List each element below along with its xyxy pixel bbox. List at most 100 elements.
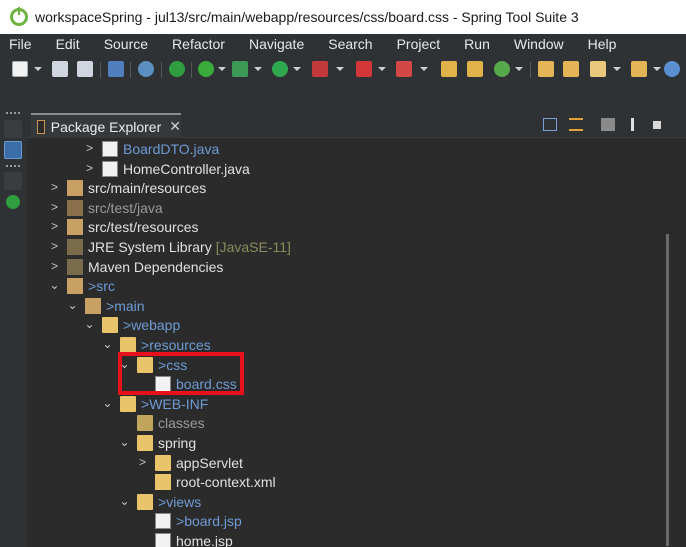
- open-task-icon[interactable]: [563, 61, 579, 77]
- menu-project[interactable]: Project: [388, 36, 441, 52]
- collapse-chevron-icon[interactable]: ⌄: [119, 495, 130, 507]
- new-class-dropdown-icon[interactable]: [515, 67, 523, 71]
- collapse-chevron-icon[interactable]: ⌄: [84, 318, 95, 330]
- tree-item[interactable]: > src/main/resources: [49, 178, 206, 198]
- stop-icon[interactable]: [356, 61, 372, 77]
- relaunch-icon[interactable]: [198, 61, 214, 77]
- run-icon[interactable]: [272, 61, 288, 77]
- tree-item[interactable]: ⌄ spring: [119, 433, 196, 453]
- package-explorer-minimized-icon[interactable]: [4, 141, 22, 159]
- tab-package-explorer[interactable]: Package Explorer ✕: [31, 113, 181, 138]
- stop-dropdown-icon[interactable]: [378, 67, 386, 71]
- collapse-chevron-icon[interactable]: ⌄: [119, 436, 130, 448]
- tree-item[interactable]: ⌄ > src: [49, 276, 115, 296]
- debug-dropdown-icon[interactable]: [254, 67, 262, 71]
- menu-navigate[interactable]: Navigate: [240, 36, 304, 52]
- relaunch-dropdown-icon[interactable]: [218, 67, 226, 71]
- scrollbar-thumb[interactable]: [666, 234, 669, 546]
- menu-search[interactable]: Search: [319, 36, 372, 52]
- library-icon: [67, 258, 83, 275]
- tree-item[interactable]: home.jsp: [155, 531, 233, 547]
- collapse-all-icon[interactable]: [543, 118, 557, 131]
- restore-icon[interactable]: [4, 172, 22, 190]
- tree-item[interactable]: ⌄ > webapp: [84, 315, 180, 335]
- expand-chevron-icon[interactable]: >: [84, 142, 95, 154]
- expand-chevron-icon[interactable]: >: [84, 162, 95, 174]
- run-dropdown-icon[interactable]: [293, 67, 301, 71]
- save-icon[interactable]: [52, 61, 68, 77]
- toolbar-separator: [161, 62, 162, 78]
- collapse-chevron-icon[interactable]: ⌄: [49, 279, 60, 291]
- tree-item-label: spring: [158, 434, 197, 451]
- tree-item[interactable]: > HomeController.java: [84, 159, 250, 179]
- search-dropdown-icon[interactable]: [613, 67, 621, 71]
- new-class-icon[interactable]: [494, 61, 510, 77]
- folder-dropdown-icon[interactable]: [653, 67, 661, 71]
- view-menu-icon[interactable]: [631, 118, 634, 131]
- menu-help[interactable]: Help: [579, 36, 617, 52]
- tree-item[interactable]: classes: [137, 413, 205, 433]
- collapse-chevron-icon[interactable]: ⌄: [102, 397, 113, 409]
- expand-chevron-icon[interactable]: >: [137, 456, 148, 468]
- spring-boot-dashboard-icon[interactable]: [169, 61, 185, 77]
- tree-item[interactable]: ⌄ > main: [67, 296, 145, 316]
- expand-chevron-icon[interactable]: >: [49, 240, 60, 252]
- focus-icon[interactable]: [601, 118, 615, 131]
- tree-item[interactable]: > appServlet: [137, 453, 243, 473]
- globe-icon[interactable]: [664, 61, 680, 77]
- menu-refactor[interactable]: Refactor: [163, 36, 225, 52]
- tree-item[interactable]: > src/test/resources: [49, 217, 198, 237]
- open-type-icon[interactable]: [538, 61, 554, 77]
- menu-edit[interactable]: Edit: [47, 36, 80, 52]
- close-icon[interactable]: ✕: [169, 118, 181, 135]
- skip-breakpoints-icon[interactable]: [138, 61, 154, 77]
- open-folder-icon[interactable]: [631, 61, 647, 77]
- drag-handle-icon[interactable]: [6, 165, 20, 168]
- expand-chevron-icon[interactable]: >: [49, 181, 60, 193]
- menu-source[interactable]: Source: [95, 36, 148, 52]
- expand-chevron-icon[interactable]: >: [49, 201, 60, 213]
- new-package-icon[interactable]: [467, 61, 483, 77]
- save-all-icon[interactable]: [77, 61, 93, 77]
- terminal-icon[interactable]: [108, 61, 124, 77]
- expand-chevron-icon[interactable]: >: [49, 260, 60, 272]
- folder-q-icon: [120, 336, 136, 353]
- boot-dashboard-icon[interactable]: [6, 195, 20, 209]
- menu-run[interactable]: Run: [455, 36, 490, 52]
- tree-item[interactable]: root-context.xml: [155, 472, 276, 492]
- folder-s-icon: [137, 434, 153, 451]
- new-dropdown-icon[interactable]: [34, 67, 42, 71]
- menu-bar: File Edit Source Refactor Navigate Searc…: [0, 34, 686, 54]
- tree-item[interactable]: > src/test/java: [49, 198, 163, 218]
- drag-handle-icon[interactable]: [6, 112, 20, 115]
- tree-item-label: src: [96, 277, 115, 294]
- deploy-dropdown-icon[interactable]: [420, 67, 428, 71]
- link-with-editor-icon[interactable]: [569, 118, 583, 131]
- tree-item[interactable]: > board.jsp: [155, 511, 242, 531]
- tree-item[interactable]: > JRE System Library [JavaSE-11]: [49, 237, 291, 257]
- search-brush-icon[interactable]: [590, 61, 606, 77]
- tree-item[interactable]: ⌄ > views: [119, 492, 201, 512]
- toolbar-separator: [100, 62, 101, 78]
- new-file-icon[interactable]: [12, 61, 28, 77]
- debug-icon[interactable]: [232, 61, 248, 77]
- expand-chevron-icon[interactable]: >: [49, 220, 60, 232]
- tree-item[interactable]: > Maven Dependencies: [49, 257, 223, 277]
- deploy-icon[interactable]: [396, 61, 412, 77]
- minimize-icon[interactable]: [653, 121, 661, 129]
- external-tools-icon[interactable]: [312, 61, 328, 77]
- new-java-project-icon[interactable]: [441, 61, 457, 77]
- collapse-chevron-icon[interactable]: ⌄: [67, 299, 78, 311]
- menu-file[interactable]: File: [0, 36, 32, 52]
- tree-item-label: JRE System Library: [88, 238, 212, 255]
- menu-window[interactable]: Window: [505, 36, 564, 52]
- tree-item[interactable]: ⌄ > WEB-INF: [102, 394, 208, 414]
- external-tools-dropdown-icon[interactable]: [336, 67, 344, 71]
- collapse-chevron-icon[interactable]: ⌄: [102, 338, 113, 350]
- restore-icon[interactable]: [4, 120, 22, 138]
- java-file-icon: [102, 160, 118, 177]
- tree-item[interactable]: > BoardDTO.java: [84, 139, 219, 159]
- jsp-file-icon: [155, 512, 171, 529]
- tree-item-label: main: [114, 297, 145, 314]
- vertical-scrollbar[interactable]: [657, 139, 686, 547]
